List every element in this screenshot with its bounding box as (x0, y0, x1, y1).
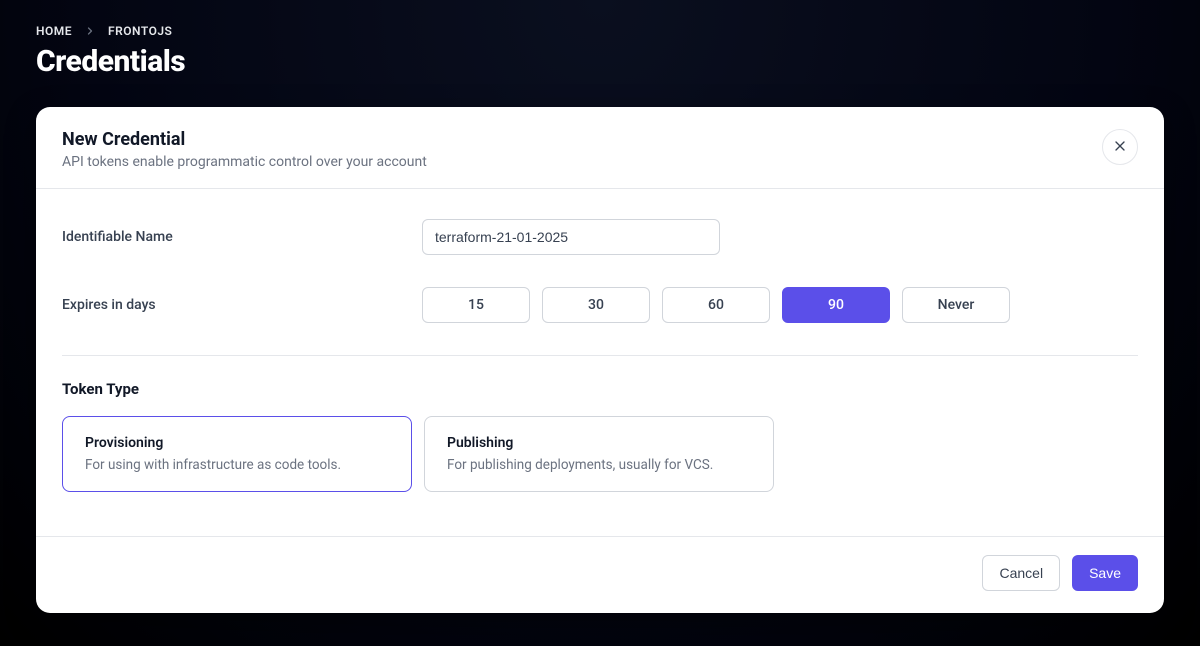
expires-option-30[interactable]: 30 (542, 287, 650, 323)
token-type-desc: For using with infrastructure as code to… (85, 457, 389, 473)
token-type-heading: Token Type (62, 380, 1138, 398)
cancel-button[interactable]: Cancel (982, 555, 1060, 591)
token-type-desc: For publishing deployments, usually for … (447, 457, 751, 473)
breadcrumb-project[interactable]: FRONTOJS (108, 24, 172, 38)
token-type-title: Provisioning (85, 435, 389, 451)
new-credential-panel: New Credential API tokens enable program… (36, 107, 1164, 613)
panel-title: New Credential (62, 129, 427, 150)
page-title: Credentials (36, 44, 1164, 79)
breadcrumb-home[interactable]: HOME (36, 24, 72, 38)
token-type-title: Publishing (447, 435, 751, 451)
breadcrumb: HOME FRONTOJS (36, 24, 1164, 38)
save-button[interactable]: Save (1072, 555, 1138, 591)
expires-option-60[interactable]: 60 (662, 287, 770, 323)
name-input[interactable] (422, 219, 720, 255)
expires-label: Expires in days (62, 297, 422, 313)
close-icon (1112, 138, 1128, 157)
expires-options: 15 30 60 90 Never (422, 287, 1010, 323)
panel-subtitle: API tokens enable programmatic control o… (62, 154, 427, 170)
divider (62, 355, 1138, 356)
token-type-publishing[interactable]: Publishing For publishing deployments, u… (424, 416, 774, 492)
expires-option-never[interactable]: Never (902, 287, 1010, 323)
expires-option-15[interactable]: 15 (422, 287, 530, 323)
chevron-right-icon (84, 25, 96, 37)
name-label: Identifiable Name (62, 229, 422, 245)
token-type-provisioning[interactable]: Provisioning For using with infrastructu… (62, 416, 412, 492)
token-type-group: Provisioning For using with infrastructu… (62, 416, 1138, 492)
close-button[interactable] (1102, 129, 1138, 165)
expires-option-90[interactable]: 90 (782, 287, 890, 323)
